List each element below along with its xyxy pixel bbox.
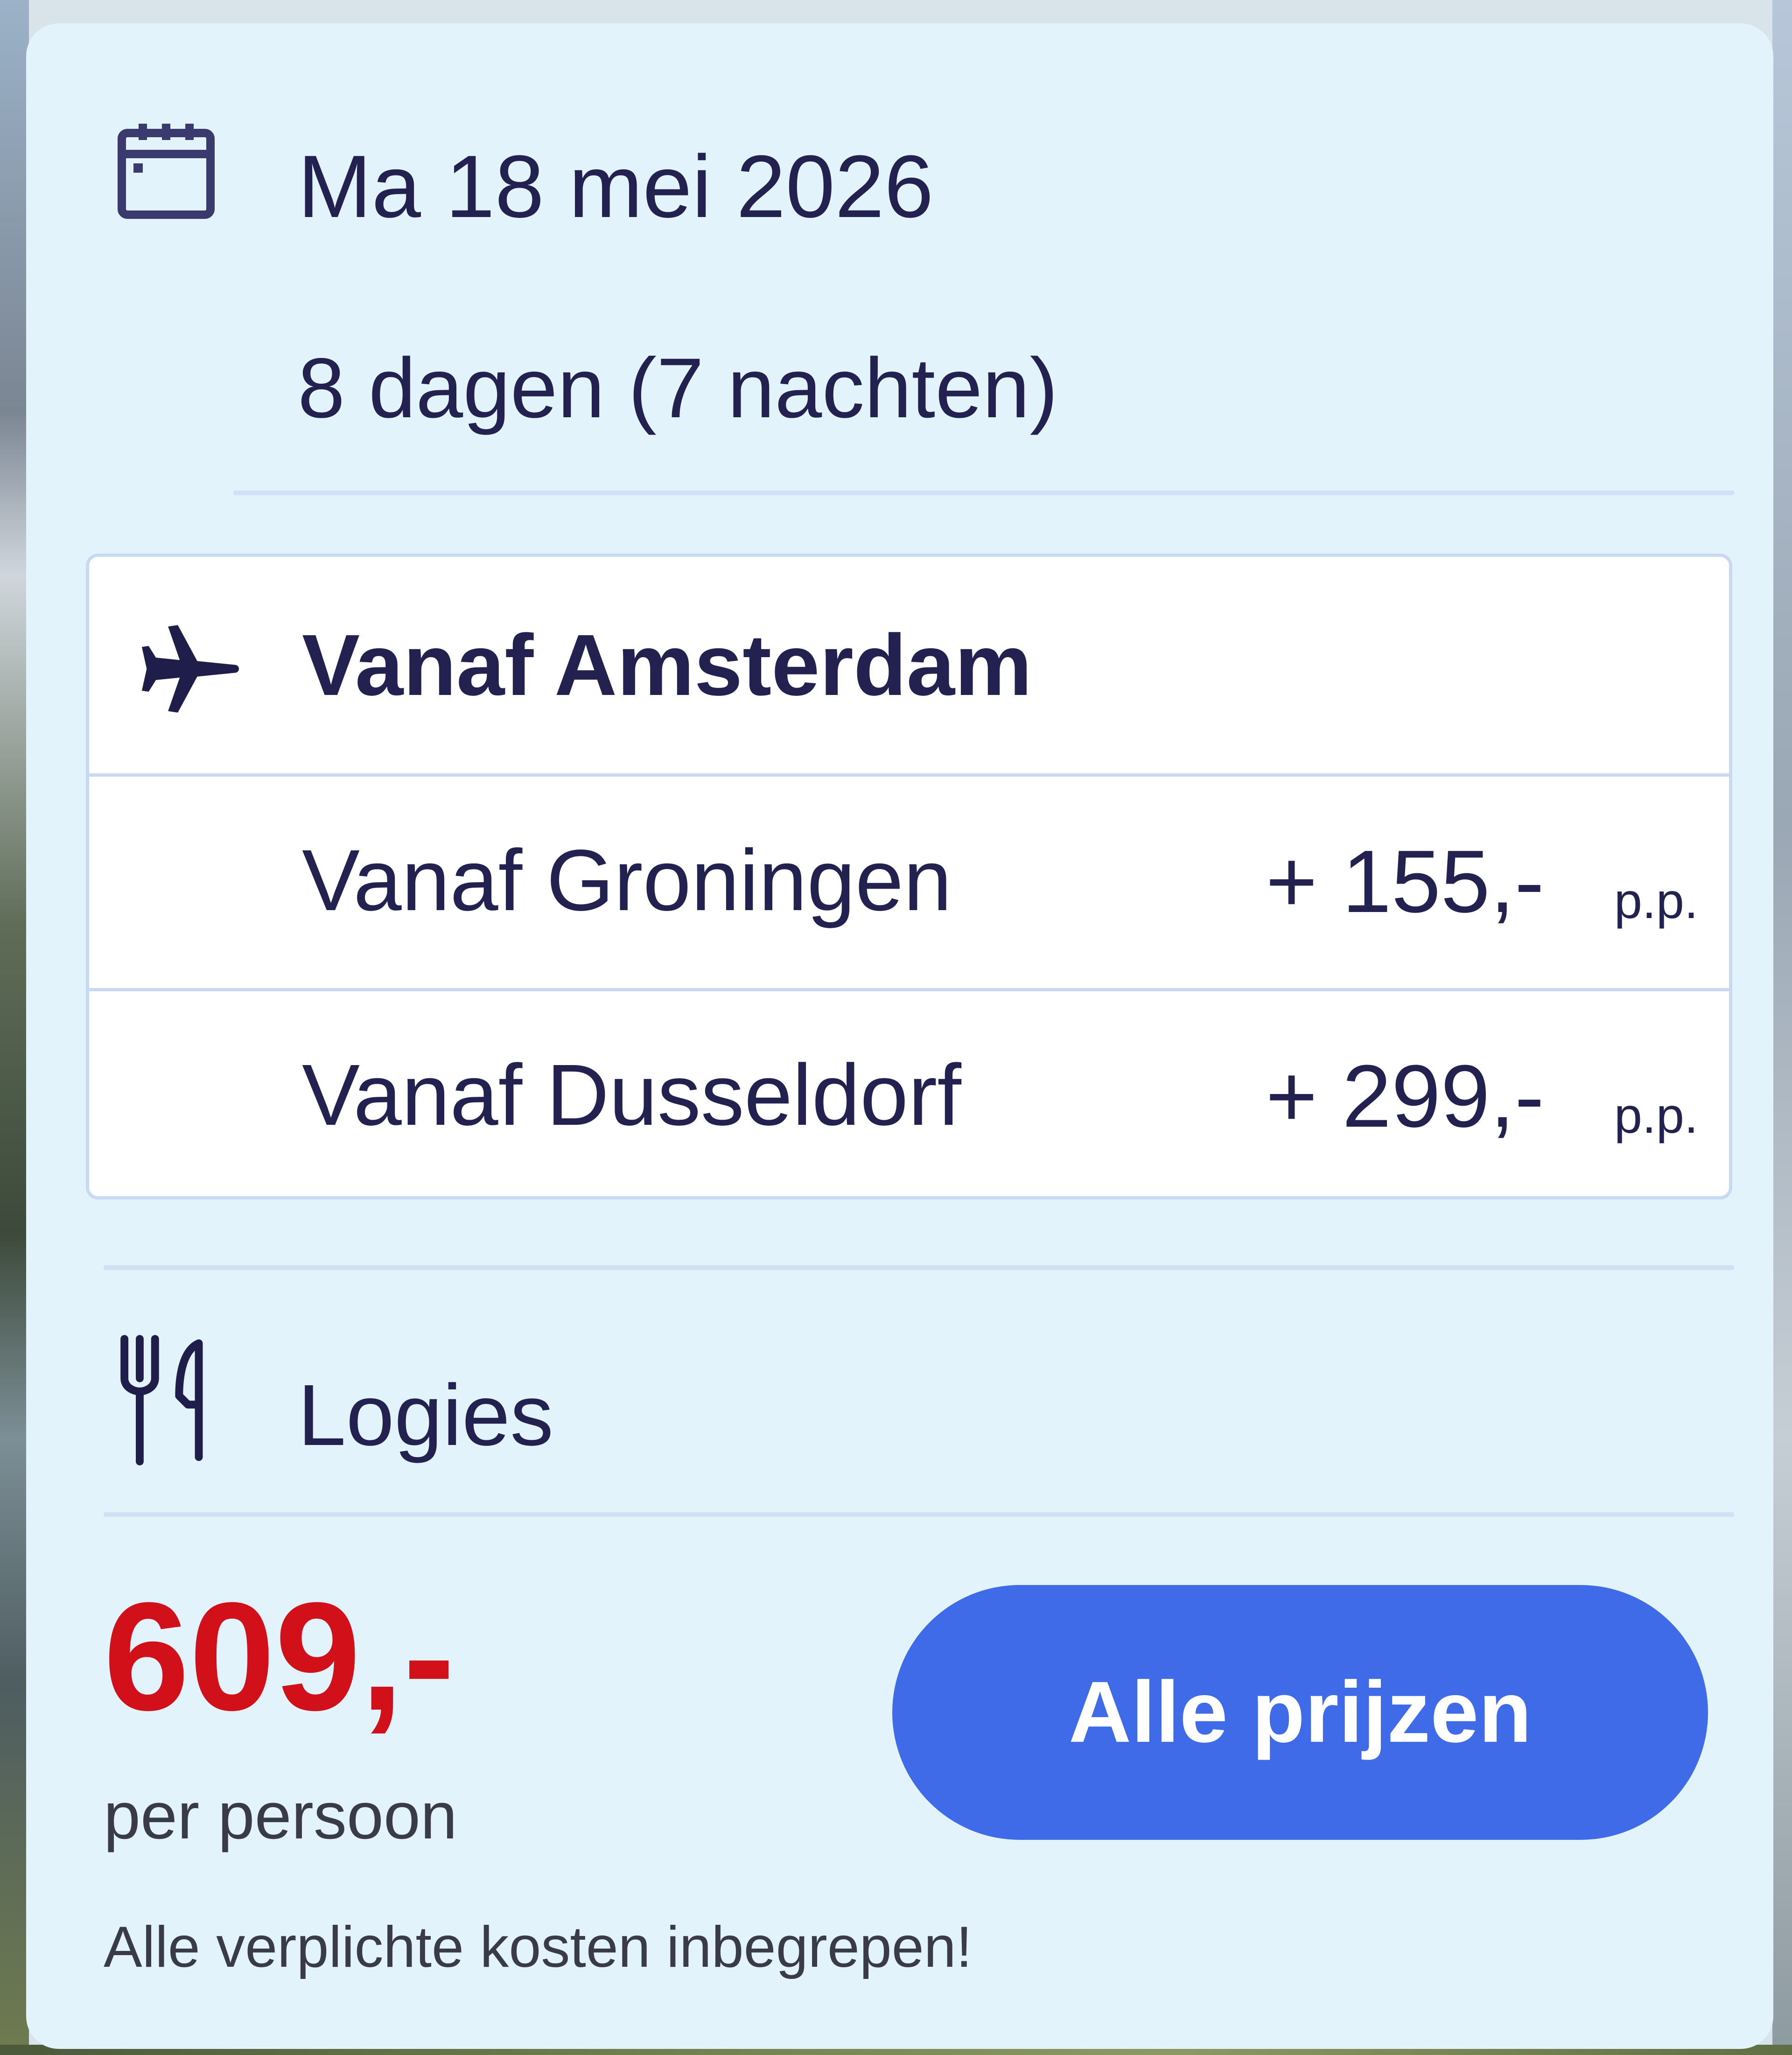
background-photo-left (0, 0, 29, 2055)
flight-option-label: Vanaf Dusseldorf (302, 1047, 961, 1143)
background-photo-right (1772, 0, 1792, 2055)
all-prices-button[interactable]: Alle prijzen (892, 1585, 1708, 1840)
airplane-icon (141, 625, 239, 713)
departure-date: Ma 18 mei 2026 (298, 137, 934, 236)
costs-included-note: Alle verplichte kosten inbegrepen! (104, 1915, 973, 1979)
cutlery-icon (120, 1335, 203, 1466)
trip-price-card: Ma 18 mei 2026 8 dagen (7 nachten) Vanaf… (26, 23, 1773, 2049)
per-person-unit: p.p. (1614, 1087, 1698, 1143)
divider (104, 1265, 1734, 1270)
flight-option-surcharge: + 155,- (1266, 832, 1544, 931)
departure-airport-options: Vanaf Amsterdam Vanaf Groningen + 155,- … (86, 554, 1732, 1199)
flight-option-amsterdam[interactable]: Vanaf Amsterdam (89, 557, 1729, 773)
flight-option-dusseldorf[interactable]: Vanaf Dusseldorf + 299,- p.p. (89, 988, 1729, 1196)
board-type: Logies (298, 1367, 554, 1464)
calendar-icon (118, 124, 215, 219)
flight-option-groningen[interactable]: Vanaf Groningen + 155,- p.p. (89, 773, 1729, 988)
flight-option-surcharge: + 299,- (1266, 1047, 1544, 1146)
divider (233, 491, 1734, 495)
trip-duration: 8 dagen (7 nachten) (298, 340, 1058, 435)
price-unit: per persoon (104, 1779, 457, 1853)
flight-option-label: Vanaf Amsterdam (302, 617, 1032, 714)
flight-option-label: Vanaf Groningen (302, 832, 952, 929)
total-price: 609,- (104, 1570, 455, 1742)
per-person-unit: p.p. (1614, 872, 1698, 929)
date-section: Ma 18 mei 2026 8 dagen (7 nachten) (26, 23, 1773, 430)
divider (104, 1512, 1734, 1517)
